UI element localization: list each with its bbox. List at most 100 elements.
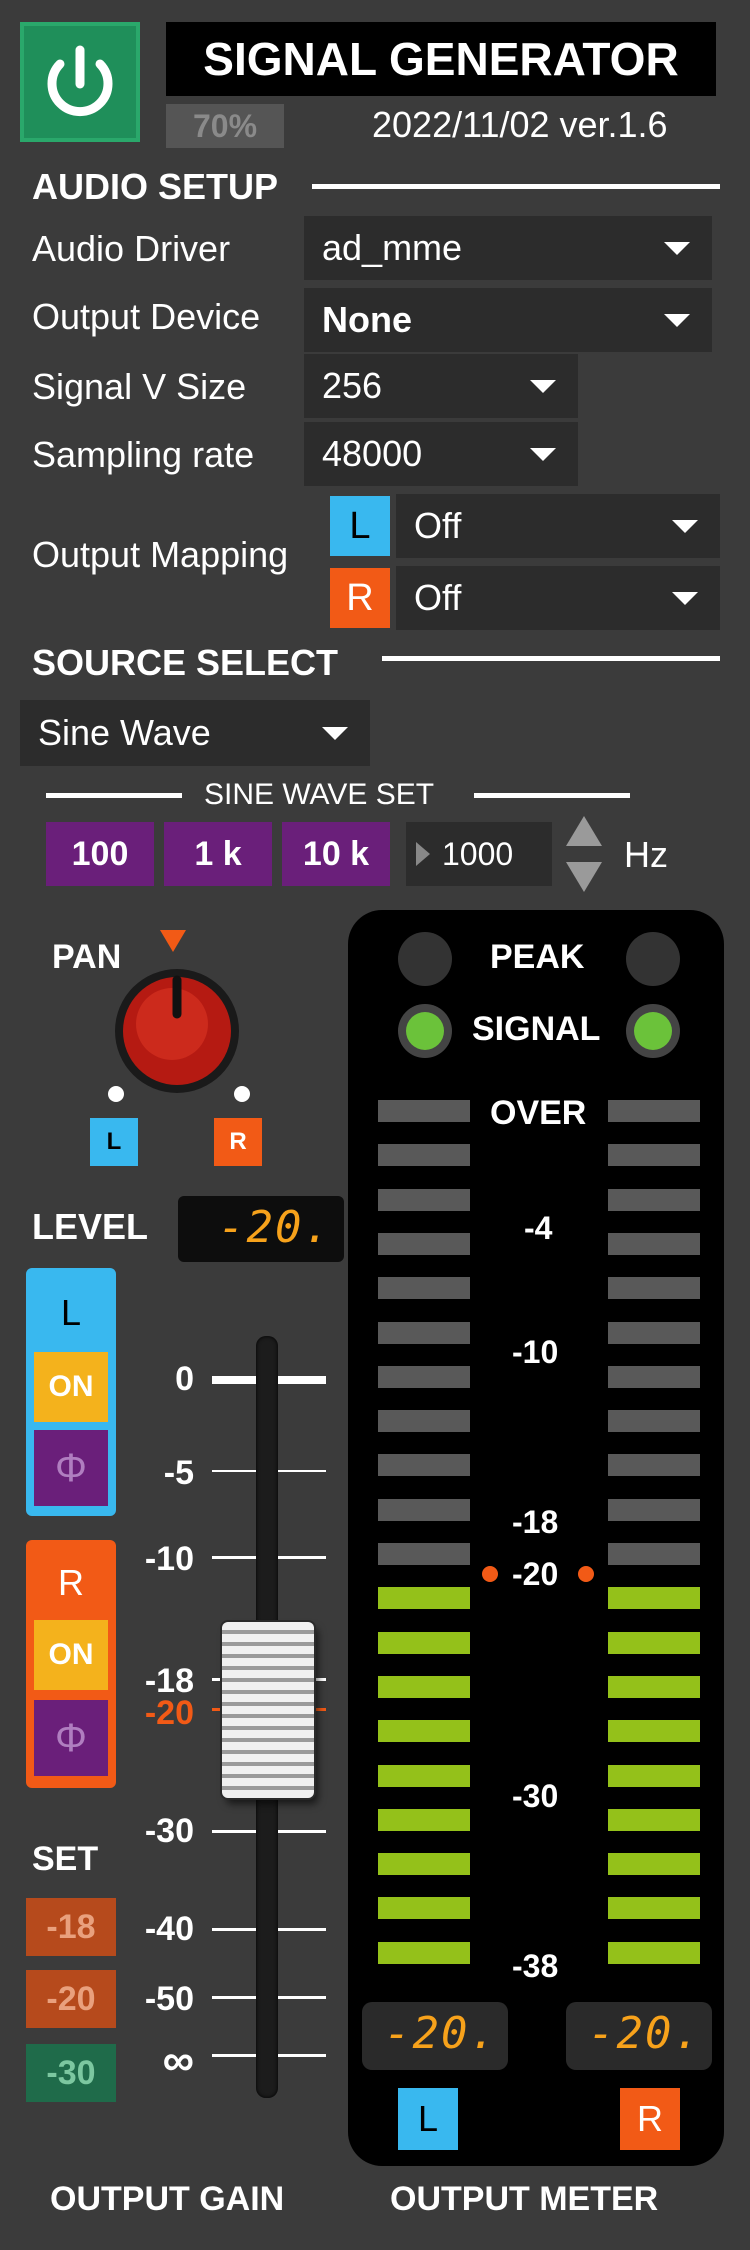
peak-led-left [398,932,452,986]
level-readout-box: -20. [178,1196,344,1262]
pan-right-badge: R [214,1118,262,1166]
meter-segment [608,1543,700,1565]
meter-segment [608,1897,700,1920]
meter-segment [608,1321,700,1344]
meter-segment [378,1188,470,1211]
gain-tick [278,2054,326,2057]
meter-segment [608,1365,700,1388]
audio-driver-value: ad_mme [322,227,463,268]
meter-segment [378,1941,470,1964]
power-button[interactable] [20,22,140,142]
meter-segment [378,1587,470,1610]
frequency-input[interactable]: 1000 [406,822,552,886]
pan-label: PAN [52,938,122,976]
meter-segment [608,1232,700,1255]
meter-r-badge: R [620,2088,680,2150]
meter-segment [378,1498,470,1521]
frequency-value: 1000 [442,836,514,872]
audio-setup-rule [312,184,720,189]
meter-scale-38: -38 [512,1948,559,1984]
mapping-r-value: Off [414,577,462,618]
gain-tick [212,1470,256,1472]
frequency-unit: Hz [624,834,668,875]
gain-scale-5: -5 [163,1454,194,1492]
meter-segment [378,1277,470,1300]
meter-marker-right-dot [578,1566,594,1582]
signal-led-left [398,1004,452,1058]
peak-label: PEAK [490,938,585,976]
gain-tick [278,1996,326,1999]
channel-l-label: L [60,1292,82,1333]
sampling-rate-select[interactable]: 48000 [304,422,578,486]
meter-segment [608,1144,700,1167]
preset-1k-button[interactable]: 1 k [164,822,272,886]
signal-vsize-label: Signal V Size [32,366,247,407]
set-minus30-button[interactable]: -30 [26,2044,116,2102]
sampling-rate-value: 48000 [322,433,423,474]
gain-fader-handle[interactable] [222,1622,314,1798]
meter-segment [608,1100,700,1122]
meter-segment [378,1365,470,1388]
volume-percent: 70% [166,104,284,148]
audio-setup-heading: AUDIO SETUP [32,166,279,207]
chevron-down-icon [664,242,690,255]
source-value: Sine Wave [38,712,211,753]
app-title: SIGNAL GENERATOR [166,22,716,96]
chevron-down-icon [672,520,698,533]
mapping-r-badge: R [330,568,390,628]
channel-l-on-button[interactable]: ON [34,1352,108,1422]
signal-vsize-value: 256 [322,365,383,406]
meter-segment [608,1410,700,1433]
meter-segment [608,1498,700,1521]
meter-segment [378,1321,470,1344]
meter-segment [378,1543,470,1565]
gain-tick [212,1830,256,1833]
mapping-l-select[interactable]: Off [396,494,720,558]
source-select-heading: SOURCE SELECT [32,642,339,683]
set-label: SET [32,1840,99,1878]
frequency-down-button[interactable] [566,862,602,892]
gain-scale-inf: ∞ [162,2036,194,2085]
meter-segment [378,1897,470,1920]
signal-vsize-select[interactable]: 256 [304,354,578,418]
mapping-l-value: Off [414,505,462,546]
meter-segment [378,1808,470,1831]
meter-segment [378,1410,470,1433]
preset-100-button[interactable]: 100 [46,822,154,886]
meter-segment [378,1764,470,1787]
gain-tick [278,1470,326,1472]
frequency-up-button[interactable] [566,816,602,846]
level-label: LEVEL [32,1206,149,1247]
meter-r-readout-box: -20. [566,2002,712,2070]
meter-segment [378,1675,470,1698]
preset-10k-button[interactable]: 10 k [282,822,390,886]
output-device-select[interactable]: None [304,288,712,352]
meter-segment [378,1454,470,1477]
power-icon [47,45,113,117]
meter-r-readout: -20. [588,2008,702,2059]
source-select-rule [382,656,720,661]
gain-tick [212,1556,256,1559]
source-select[interactable]: Sine Wave [20,700,370,766]
channel-l-phase-button[interactable]: Φ [34,1430,108,1506]
sine-set-label: SINE WAVE SET [204,778,435,811]
sine-set-rule-left [46,793,182,798]
caret-right-icon [416,842,430,866]
set-minus18-button[interactable]: -18 [26,1898,116,1956]
audio-driver-select[interactable]: ad_mme [304,216,712,280]
signal-led-right [626,1004,680,1058]
meter-segment [608,1454,700,1477]
mapping-r-select[interactable]: Off [396,566,720,630]
channel-r-on-button[interactable]: ON [34,1620,108,1690]
pan-left-badge: L [90,1118,138,1166]
gain-scale-10: -10 [144,1540,194,1578]
meter-l-readout-box: -20. [362,2002,508,2070]
gain-tick [278,1830,326,1833]
chevron-down-icon [672,592,698,605]
meter-segment [608,1764,700,1787]
pan-knob[interactable] [112,966,242,1096]
set-minus20-button[interactable]: -20 [26,1970,116,2028]
mapping-l-badge: L [330,496,390,556]
meter-segment [378,1232,470,1255]
channel-r-phase-button[interactable]: Φ [34,1700,108,1776]
